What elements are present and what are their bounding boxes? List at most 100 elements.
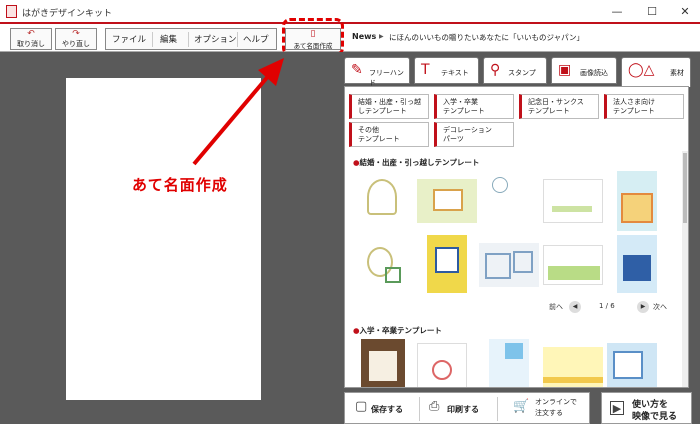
section-heading-school: ●入学・卒業テンプレート bbox=[353, 325, 442, 336]
play-icon: ▶ bbox=[610, 401, 624, 415]
template-thumbnail[interactable] bbox=[543, 245, 603, 285]
tab-image-load[interactable]: ▣ 画像読込 bbox=[551, 57, 617, 84]
action-divider bbox=[497, 397, 498, 421]
scrollbar-thumb[interactable] bbox=[683, 153, 687, 223]
tab-text-label: テキスト bbox=[441, 69, 469, 77]
undo-label: 取り消し bbox=[17, 40, 45, 48]
menu-options[interactable]: オプション bbox=[194, 33, 237, 45]
tab-text[interactable]: T テキスト bbox=[414, 57, 479, 84]
action-bar: ▢ 保存する ⎙ 印刷する 🛒 オンラインで 注文する bbox=[344, 392, 590, 424]
template-thumbnail[interactable] bbox=[489, 339, 529, 387]
annotation-label: あて名面作成 bbox=[132, 176, 228, 194]
toolbar: ↶ 取り消し ↷ やり直し ファイル 編集 オプション ヘルプ ▯ あて名面作成… bbox=[0, 26, 700, 52]
save-button[interactable]: 保存する bbox=[371, 404, 403, 415]
menu-edit[interactable]: 編集 bbox=[160, 33, 177, 45]
category-school-line2: テンプレート bbox=[443, 107, 485, 115]
tab-freehand-label: フリーハンド bbox=[369, 69, 404, 87]
howto-video-button[interactable]: ▶ 使い方を 映像で見る bbox=[601, 392, 692, 424]
tab-stamp[interactable]: ⚲ スタンプ bbox=[483, 57, 547, 84]
category-school-line1: 入学・卒業 bbox=[443, 98, 478, 106]
template-thumbnail[interactable] bbox=[488, 171, 532, 229]
news-ticker[interactable]: にほんのいいもの贈りたいあなたに「いいものジャパン」 bbox=[389, 32, 584, 43]
template-thumbnail[interactable] bbox=[543, 179, 603, 223]
category-anniversary-line1: 記念日・サンクス bbox=[528, 98, 584, 106]
template-thumbnail[interactable] bbox=[543, 347, 603, 387]
news-arrow-icon: ▶ bbox=[379, 33, 384, 40]
template-thumbnail[interactable] bbox=[607, 343, 657, 387]
title-bar: はがきデザインキット — ☐ ✕ bbox=[0, 0, 700, 24]
tab-freehand[interactable]: ✎ フリーハンド bbox=[344, 57, 410, 87]
close-button[interactable]: ✕ bbox=[670, 3, 700, 20]
save-icon: ▢ bbox=[355, 399, 368, 414]
menu-divider bbox=[188, 32, 189, 47]
redo-button[interactable]: ↷ やり直し bbox=[55, 28, 97, 50]
category-other-line1: その他 bbox=[358, 126, 379, 134]
atena-highlight-box bbox=[282, 18, 344, 56]
template-thumbnail[interactable] bbox=[479, 243, 539, 287]
template-thumbnail[interactable] bbox=[361, 339, 405, 387]
postcard-canvas[interactable] bbox=[66, 78, 261, 400]
section-school-label: 入学・卒業テンプレート bbox=[359, 326, 442, 335]
category-corporate-line1: 法人さま向け bbox=[613, 98, 655, 106]
category-corporate-line2: テンプレート bbox=[613, 107, 655, 115]
maximize-button[interactable]: ☐ bbox=[637, 3, 667, 20]
text-icon: T bbox=[421, 62, 430, 78]
category-corporate[interactable]: 法人さま向け テンプレート bbox=[604, 94, 684, 119]
stamp-icon: ⚲ bbox=[490, 62, 501, 78]
tool-tabs: ✎ フリーハンド T テキスト ⚲ スタンプ ▣ 画像読込 ◯△ 素材 bbox=[342, 55, 698, 87]
category-other-line2: テンプレート bbox=[358, 135, 400, 143]
section-heading-wedding: ●結婚・出産・引っ越しテンプレート bbox=[353, 157, 479, 168]
template-frame bbox=[623, 255, 651, 281]
tab-materials-label: 素材 bbox=[670, 69, 684, 77]
template-thumbnail[interactable] bbox=[361, 237, 405, 295]
menu-file[interactable]: ファイル bbox=[112, 33, 146, 45]
template-thumbnail[interactable] bbox=[617, 171, 657, 231]
menu-divider bbox=[152, 32, 153, 47]
print-button[interactable]: 印刷する bbox=[447, 404, 479, 415]
template-frame bbox=[621, 193, 653, 223]
image-icon: ▣ bbox=[558, 62, 572, 78]
undo-button[interactable]: ↶ 取り消し bbox=[10, 28, 52, 50]
template-frame bbox=[435, 247, 459, 273]
howto-line2: 映像で見る bbox=[632, 412, 678, 422]
design-canvas-area bbox=[0, 52, 341, 424]
category-anniversary[interactable]: 記念日・サンクス テンプレート bbox=[519, 94, 599, 119]
template-frame bbox=[367, 179, 397, 215]
action-divider bbox=[419, 397, 420, 421]
template-frame bbox=[485, 253, 511, 279]
tab-image-load-label: 画像読込 bbox=[580, 69, 608, 77]
template-frame bbox=[548, 266, 600, 280]
template-frame bbox=[505, 343, 523, 359]
undo-icon: ↶ bbox=[27, 29, 35, 39]
template-thumbnail[interactable] bbox=[361, 171, 405, 229]
category-other[interactable]: その他 テンプレート bbox=[349, 122, 429, 147]
menu-help[interactable]: ヘルプ bbox=[243, 33, 269, 45]
online-order-line1[interactable]: オンラインで bbox=[535, 397, 577, 407]
template-thumbnail[interactable] bbox=[417, 179, 477, 223]
category-wedding[interactable]: 結婚・出産・引っ越 しテンプレート bbox=[349, 94, 429, 119]
template-thumbnail[interactable] bbox=[427, 235, 467, 293]
template-frame bbox=[369, 351, 397, 381]
template-thumbnail[interactable] bbox=[417, 343, 467, 387]
template-frame bbox=[432, 360, 452, 380]
template-thumbnail[interactable] bbox=[617, 235, 657, 293]
pager-next-label[interactable]: 次へ bbox=[653, 302, 667, 312]
tab-stamp-label: スタンプ bbox=[508, 69, 536, 77]
next-page-icon[interactable]: ▶ bbox=[637, 301, 649, 313]
online-order-line2[interactable]: 注文する bbox=[535, 408, 563, 418]
prev-page-icon[interactable]: ◀ bbox=[569, 301, 581, 313]
section-wedding-label: 結婚・出産・引っ越しテンプレート bbox=[359, 158, 480, 167]
tab-materials[interactable]: ◯△ 素材 bbox=[621, 57, 691, 87]
print-icon: ⎙ bbox=[429, 399, 440, 414]
redo-icon: ↷ bbox=[72, 29, 80, 39]
minimize-button[interactable]: — bbox=[602, 3, 632, 20]
pager-prev-label[interactable]: 前へ bbox=[549, 302, 563, 312]
template-frame bbox=[513, 251, 533, 273]
category-school[interactable]: 入学・卒業 テンプレート bbox=[434, 94, 514, 119]
menu-divider bbox=[237, 32, 238, 47]
cart-icon: 🛒 bbox=[513, 399, 530, 414]
pager-indicator: 1 / 6 bbox=[599, 302, 615, 310]
category-decoration[interactable]: デコレーション パーツ bbox=[434, 122, 514, 147]
template-frame bbox=[613, 351, 643, 379]
redo-label: やり直し bbox=[62, 40, 90, 48]
